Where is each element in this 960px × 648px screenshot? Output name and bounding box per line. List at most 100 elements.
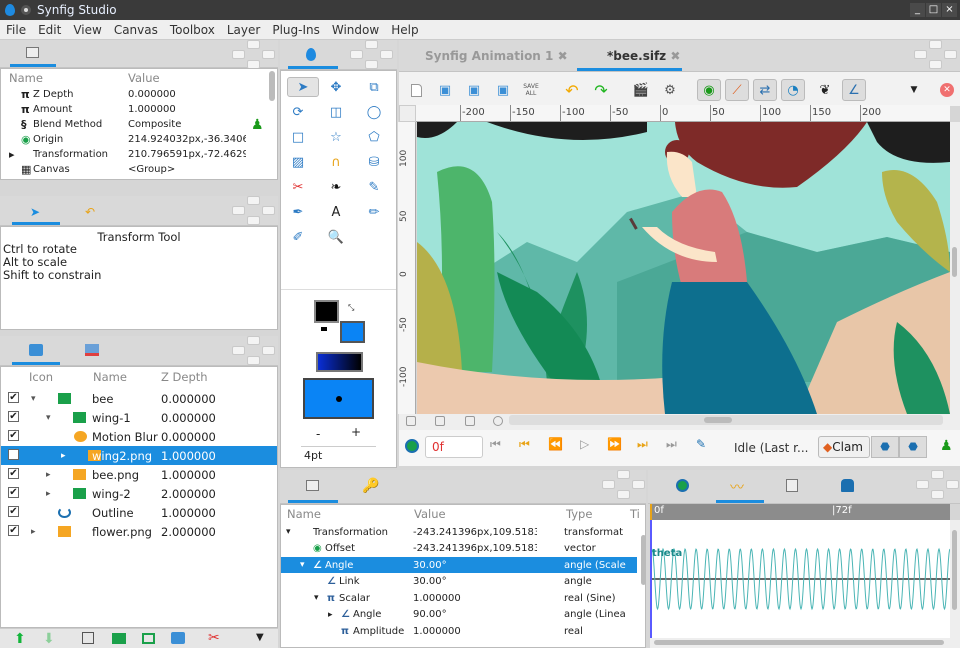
param-value[interactable]: -243.241396px,109.51838 <box>413 543 537 554</box>
layer-visibility-checkbox[interactable]: ✔ <box>8 430 19 441</box>
reset-colors-icon[interactable] <box>321 327 327 331</box>
spline-tool-icon[interactable]: ∩ <box>325 152 347 172</box>
increase-size-button[interactable]: + <box>351 425 361 439</box>
brush-size-field[interactable]: 4pt <box>301 446 376 462</box>
menu-plugins[interactable]: Plug-Ins <box>272 23 320 37</box>
duplicate-layer-icon[interactable] <box>82 632 94 644</box>
show-radius-icon[interactable]: ◔ <box>781 79 805 101</box>
horizontal-ruler[interactable]: -200 -150 -100 -50 0 50 100 150 200 <box>416 105 950 122</box>
layer-row[interactable]: ✔ ▾ wing-1 0.000000 <box>1 408 277 427</box>
dock-handle[interactable] <box>232 40 276 70</box>
transform-tool-icon[interactable]: ➤ <box>287 77 319 97</box>
layer-visibility-checkbox[interactable]: ✔ <box>8 411 19 422</box>
graph-area[interactable]: theta <box>650 520 951 638</box>
zoom-fit-icon[interactable] <box>465 416 475 426</box>
rectangle-tool-icon[interactable]: □ <box>287 127 309 147</box>
vertical-scrollbar[interactable] <box>950 122 960 414</box>
brush-tool-icon[interactable]: ✐ <box>287 227 309 247</box>
param-value[interactable]: 0.000000 <box>128 89 246 100</box>
layer-stack-icon[interactable] <box>171 632 185 644</box>
layer-visibility-checkbox[interactable]: ✔ <box>8 525 19 536</box>
gradient-tool-icon[interactable]: ▨ <box>287 152 309 172</box>
interpolation-dropdown[interactable]: ◆Clam <box>818 436 870 458</box>
param-row[interactable]: πZ Depth 0.000000 <box>1 87 277 102</box>
smooth-move-tool-icon[interactable]: ✥ <box>325 77 347 97</box>
tool-options-tab-icon[interactable]: ➤ <box>30 205 40 219</box>
group-layer-icon[interactable] <box>112 633 126 644</box>
params-scrollbar[interactable] <box>641 535 646 585</box>
expander-icon[interactable]: ▸ <box>46 470 51 480</box>
col-icon[interactable]: Icon <box>29 370 53 384</box>
menu-layer[interactable]: Layer <box>227 23 260 37</box>
layer-visibility-checkbox[interactable]: ✔ <box>8 506 19 517</box>
toolbar-overflow-icon[interactable]: ▼ <box>902 79 926 101</box>
param-value[interactable]: 30.00° <box>413 560 537 571</box>
circle-tool-icon[interactable]: ◯ <box>363 102 385 122</box>
canvas-browser-tab-icon[interactable] <box>786 479 798 492</box>
params-tab-icon[interactable] <box>26 47 39 58</box>
redo-icon[interactable]: ↷ <box>589 79 613 101</box>
show-bline-icon[interactable]: ⟋ <box>725 79 749 101</box>
param-row[interactable]: π Amplitude 1.000000 real <box>281 623 637 639</box>
scale-tool-icon[interactable]: ⧉ <box>363 77 385 97</box>
polygon-tool-icon[interactable]: ⬠ <box>363 127 385 147</box>
vertical-ruler[interactable]: 100 50 0 -50 -100 <box>398 122 416 414</box>
outline-color-swatch[interactable] <box>314 300 339 323</box>
graph-vscroll[interactable] <box>950 520 960 638</box>
eyedrop-tool-icon[interactable]: ✎ <box>363 177 385 197</box>
params-scrollbar[interactable] <box>269 71 275 101</box>
animation-mode-icon[interactable]: ♟ <box>940 438 953 454</box>
raise-layer-icon[interactable]: ⬆ <box>14 631 26 647</box>
menu-window[interactable]: Window <box>332 23 379 37</box>
swap-colors-icon[interactable]: ⤡ <box>348 303 354 313</box>
width-tool-icon[interactable]: ❧ <box>325 177 347 197</box>
maximize-button[interactable]: □ <box>926 3 941 17</box>
layer-row[interactable]: ✔ ▸ wing-2 2.000000 <box>1 484 277 503</box>
param-row[interactable]: ◉ Offset -243.241396px,109.51838 vector <box>281 541 637 557</box>
param-value[interactable]: 1.000000 <box>413 593 537 604</box>
expander-icon[interactable]: ▸ <box>328 610 333 620</box>
col-name[interactable]: Name <box>93 370 127 384</box>
fill-color-swatch[interactable] <box>340 321 365 343</box>
save-as-icon[interactable]: ▣ <box>462 79 486 101</box>
param-row[interactable]: ▸ Transformation 210.796591px,-72.462913 <box>1 147 277 162</box>
param-value[interactable]: 210.796591px,-72.462913 <box>128 149 246 160</box>
col-zdepth[interactable]: Z Depth <box>161 370 208 384</box>
cutout-tool-icon[interactable]: ✂ <box>287 177 309 197</box>
col-value[interactable]: Value <box>414 507 446 521</box>
show-width-icon[interactable]: ❦ <box>813 79 837 101</box>
window-menu-icon[interactable] <box>21 5 31 15</box>
next-keyframe-icon[interactable]: ⏭ <box>637 437 648 452</box>
dock-handle[interactable] <box>232 336 276 366</box>
param-row[interactable]: ▦ Canvas <Group> <box>1 162 277 177</box>
show-handles-icon[interactable]: ◉ <box>697 79 721 101</box>
param-value[interactable]: -243.241396px,109.51838 <box>413 527 537 538</box>
canvas-view[interactable] <box>417 122 950 414</box>
minimize-button[interactable]: _ <box>910 3 925 17</box>
zoom-100-icon[interactable] <box>493 416 503 426</box>
menu-toolbox[interactable]: Toolbox <box>170 23 215 37</box>
encapsulate-icon[interactable] <box>142 633 155 644</box>
play-icon[interactable]: ▷ <box>580 437 589 451</box>
render-icon[interactable]: 🎬 <box>629 79 653 101</box>
seek-begin-icon[interactable]: ⏮ <box>490 437 501 452</box>
sketch-tool-icon[interactable]: ✏ <box>363 202 385 222</box>
expander-icon[interactable]: ▸ <box>46 489 51 499</box>
mirror-tool-icon[interactable]: ◫ <box>325 102 347 122</box>
text-tool-icon[interactable]: A <box>325 202 347 222</box>
seek-prev-frame-icon[interactable]: ⏪ <box>548 437 563 451</box>
preview-icon[interactable]: ⚙ <box>658 79 682 101</box>
history-tab-icon[interactable]: ↶ <box>85 205 95 219</box>
sets-tab-icon[interactable] <box>85 344 99 356</box>
save-icon[interactable]: ▣ <box>433 79 457 101</box>
menu-file[interactable]: File <box>6 23 26 37</box>
layer-row[interactable]: ✔ ▸ bee.png 1.000000 <box>1 465 277 484</box>
menu-edit[interactable]: Edit <box>38 23 61 37</box>
layer-visibility-checkbox[interactable]: ✔ <box>8 487 19 498</box>
toolbox-tab-icon[interactable] <box>306 48 316 61</box>
expander-icon[interactable]: ▾ <box>314 593 319 603</box>
expander-icon[interactable]: ▸ <box>9 148 15 161</box>
zoom-out-icon[interactable] <box>406 416 416 426</box>
close-window-button[interactable]: × <box>942 3 957 17</box>
gradient-swatch[interactable] <box>316 352 363 372</box>
